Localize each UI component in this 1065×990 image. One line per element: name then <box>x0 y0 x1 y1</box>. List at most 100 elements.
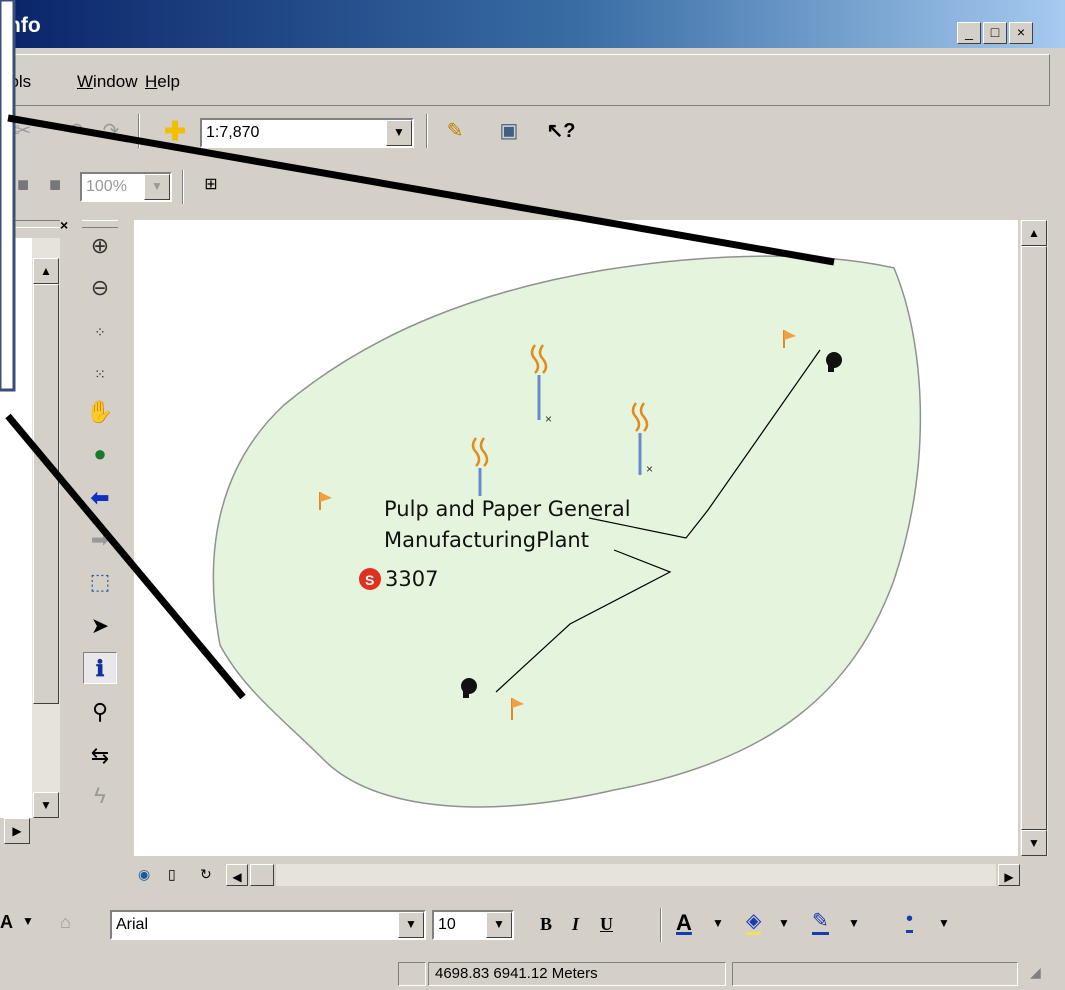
go-back-arrow-icon[interactable]: ⬅ <box>84 482 116 514</box>
font-name-value: Arial <box>116 916 149 933</box>
toc-content <box>0 238 33 818</box>
panel-grip[interactable] <box>0 220 60 228</box>
zoom-in-icon[interactable]: ⊕ <box>84 230 116 262</box>
edit-vertices-icon[interactable]: ⌂ <box>60 912 88 938</box>
pan-hand-icon[interactable]: ✋ <box>84 396 116 428</box>
text-tool-icon[interactable]: A <box>0 912 18 938</box>
maximize-button[interactable]: □ <box>983 22 1007 44</box>
status-coordinates: 4698.83 6941.12 Meters <box>428 962 726 986</box>
map-vertical-scrollbar[interactable]: ▲ ▼ <box>1020 220 1048 856</box>
layout-toolbar: ■ ■ 100% ▼ ⊞ <box>0 160 260 210</box>
menu-bar: ools Window Help <box>0 54 1065 106</box>
data-view-icon[interactable]: ◉ <box>138 866 160 886</box>
close-button[interactable]: × <box>1009 22 1033 44</box>
full-extent-globe-icon[interactable]: ● <box>84 438 116 470</box>
h-scroll-thumb[interactable] <box>250 864 274 886</box>
standard-toolbar: ✂ ↶ ↷ ✚ 1:7,870 ▼ ✎ ▣ ↖? <box>0 110 1065 154</box>
hyperlink-icon[interactable]: ϟ <box>84 780 116 812</box>
toc-scrollbar[interactable]: ▲ ▼ <box>32 238 60 818</box>
tools-toolbar <box>78 220 122 820</box>
scale-value: 1:7,870 <box>206 124 260 141</box>
scale-combo[interactable]: 1:7,870 ▼ <box>200 118 414 148</box>
title-bar: nfo _ □ × <box>0 0 1065 48</box>
map-label-line1: Pulp and Paper General <box>384 497 631 521</box>
status-panel-blank <box>398 962 426 986</box>
map-canvas: × × Pulp and Paper General Manufacturing… <box>212 255 922 808</box>
separator <box>138 114 140 148</box>
scroll-right-icon[interactable]: ▶ <box>4 818 30 844</box>
chevron-down-icon[interactable]: ▼ <box>778 916 790 930</box>
font-name-combo[interactable]: Arial ▼ <box>110 910 426 940</box>
separator <box>660 908 662 942</box>
add-data-icon[interactable]: ✚ <box>160 116 190 146</box>
select-features-icon[interactable]: ⬚ <box>84 566 116 598</box>
chevron-down-icon[interactable]: ▼ <box>938 916 950 930</box>
editor-toolbar-icon[interactable]: ✎ <box>440 116 470 146</box>
scroll-down-icon[interactable]: ▼ <box>33 792 59 818</box>
select-elements-icon[interactable]: ➤ <box>84 610 116 642</box>
underline-button[interactable]: U <box>600 914 613 935</box>
identify-icon[interactable]: ℹ <box>83 652 117 684</box>
chevron-down-icon[interactable]: ▼ <box>144 174 170 200</box>
zoom-value: 100% <box>86 178 127 195</box>
go-forward-arrow-icon[interactable]: ➡ <box>84 524 116 556</box>
font-size-combo[interactable]: 10 ▼ <box>432 910 514 940</box>
scroll-up-icon[interactable]: ▲ <box>1021 220 1047 246</box>
undo-icon[interactable]: ↶ <box>60 116 90 146</box>
svg-text:S: S <box>365 572 374 588</box>
map-bottom-bar: ◉ ▯ ↻ ◀ ▶ <box>134 862 1024 890</box>
zoom-combo[interactable]: 100% ▼ <box>80 172 172 202</box>
menu-tools[interactable]: ools <box>0 72 31 92</box>
arctoolbox-icon[interactable]: ▣ <box>494 116 524 146</box>
page-prev-icon[interactable]: ■ <box>8 170 38 200</box>
refresh-icon[interactable]: ↻ <box>200 866 222 886</box>
separator <box>426 114 428 148</box>
scroll-right-icon[interactable]: ▶ <box>998 864 1020 886</box>
scroll-left-icon[interactable]: ◀ <box>226 864 248 886</box>
draw-toolbar: A ▼ ⌂ Arial ▼ 10 ▼ B I U A ▼ ◈ ▼ ✎ ▼ • ▼ <box>0 900 1000 948</box>
h-scroll-track[interactable] <box>276 864 996 886</box>
status-panel-extra <box>732 962 1018 986</box>
find-binoculars-icon[interactable]: ⚲ <box>84 696 116 728</box>
font-color-button[interactable]: A <box>676 910 692 936</box>
toolbar-grip[interactable] <box>82 220 118 228</box>
close-icon[interactable]: × <box>60 218 76 234</box>
svg-text:×: × <box>646 462 653 476</box>
menu-window[interactable]: Window <box>77 72 137 92</box>
scroll-thumb[interactable] <box>1021 246 1047 830</box>
line-color-icon[interactable]: ✎ <box>812 910 829 935</box>
chevron-down-icon[interactable]: ▼ <box>386 120 412 146</box>
italic-button[interactable]: I <box>572 914 579 935</box>
fill-color-icon[interactable]: ◈ <box>746 910 762 935</box>
fixed-zoom-out-icon[interactable]: ⁙ <box>84 358 116 390</box>
scroll-thumb[interactable] <box>33 284 59 704</box>
map-display[interactable]: × × Pulp and Paper General Manufacturing… <box>134 220 1018 856</box>
menu-window-rest: indow <box>93 72 138 91</box>
fixed-zoom-in-icon[interactable]: ⁘ <box>84 316 116 348</box>
chevron-down-icon[interactable]: ▼ <box>22 914 38 936</box>
zoom-out-icon[interactable]: ⊖ <box>84 272 116 304</box>
bold-button[interactable]: B <box>540 914 552 935</box>
chevron-down-icon[interactable]: ▼ <box>712 916 724 930</box>
whats-this-icon[interactable]: ↖? <box>546 116 576 146</box>
map-label-line2: ManufacturingPlant <box>384 528 589 552</box>
status-message <box>0 962 392 986</box>
marker-color-icon[interactable]: • <box>906 908 914 933</box>
layout-view-icon[interactable]: ▯ <box>168 866 190 886</box>
measure-icon[interactable]: ⇆ <box>84 740 116 772</box>
minimize-button[interactable]: _ <box>957 22 981 44</box>
menu-help[interactable]: Help <box>145 72 180 92</box>
toggle-draft-icon[interactable]: ⊞ <box>196 170 226 200</box>
map-label-id: 3307 <box>385 567 438 591</box>
svg-text:×: × <box>545 412 552 426</box>
scroll-down-icon[interactable]: ▼ <box>1021 830 1047 856</box>
resize-grip-icon[interactable]: ◢ <box>1030 964 1050 984</box>
chevron-down-icon[interactable]: ▼ <box>848 916 860 930</box>
redo-icon[interactable]: ↷ <box>96 116 126 146</box>
page-next-icon[interactable]: ■ <box>40 170 70 200</box>
chevron-down-icon[interactable]: ▼ <box>486 912 512 938</box>
separator <box>182 170 184 204</box>
chevron-down-icon[interactable]: ▼ <box>398 912 424 938</box>
cut-icon[interactable]: ✂ <box>8 116 38 146</box>
scroll-up-icon[interactable]: ▲ <box>33 258 59 284</box>
